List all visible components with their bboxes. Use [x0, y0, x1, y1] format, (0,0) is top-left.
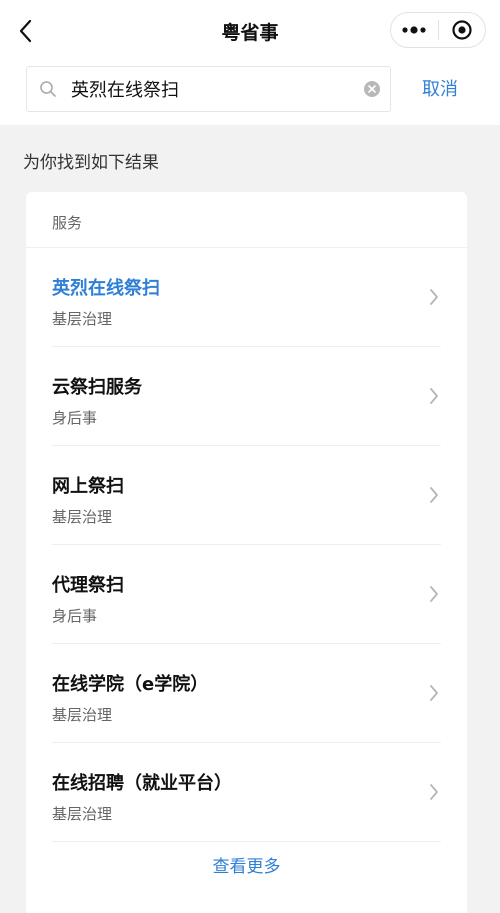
chevron-right-icon — [430, 784, 438, 800]
item-title: 英烈在线祭扫 — [52, 278, 160, 299]
view-more-button[interactable]: 查看更多 — [26, 842, 467, 892]
search-input[interactable] — [71, 67, 351, 111]
more-button[interactable] — [391, 13, 438, 47]
section-header: 服务 — [26, 192, 467, 248]
chevron-right-icon — [430, 289, 438, 305]
item-title: 网上祭扫 — [52, 476, 124, 497]
search-icon — [40, 81, 56, 97]
list-item[interactable]: 在线招聘（就业平台） 基层治理 — [52, 743, 441, 842]
navigation-bar: 粤省事 — [0, 0, 500, 62]
more-dots-icon — [402, 26, 426, 34]
close-button[interactable] — [438, 13, 485, 47]
list-item[interactable]: 网上祭扫 基层治理 — [52, 446, 441, 545]
search-box[interactable] — [26, 66, 391, 112]
item-subtitle: 基层治理 — [52, 508, 113, 526]
chevron-left-icon — [19, 19, 32, 43]
top-bar: 粤省事 英烈在线祭扫 取消 — [0, 0, 500, 125]
item-subtitle: 基层治理 — [52, 706, 113, 724]
item-title: 在线招聘（就业平台） — [52, 773, 232, 794]
item-subtitle: 身后事 — [52, 607, 98, 625]
list-item[interactable]: 云祭扫服务 身后事 — [52, 347, 441, 446]
item-title: 代理祭扫 — [52, 575, 124, 596]
target-close-icon — [452, 20, 472, 40]
clear-icon[interactable] — [363, 80, 381, 98]
results-heading: 为你找到如下结果 — [23, 153, 159, 173]
section-label: 服务 — [52, 214, 83, 232]
chevron-right-icon — [430, 388, 438, 404]
list-item[interactable]: 代理祭扫 身后事 — [52, 545, 441, 644]
search-row: 取消 — [0, 62, 500, 125]
cancel-button[interactable]: 取消 — [410, 76, 470, 104]
back-button[interactable] — [10, 14, 40, 48]
item-title: 云祭扫服务 — [52, 377, 142, 398]
item-subtitle: 基层治理 — [52, 310, 113, 328]
chevron-right-icon — [430, 487, 438, 503]
item-title: 在线学院（e学院） — [52, 674, 209, 695]
service-results-card: 服务 英烈在线祭扫 基层治理 云祭扫服务 身后事 网上祭扫 基层治理 代理祭扫 … — [26, 192, 467, 913]
item-subtitle: 身后事 — [52, 409, 98, 427]
list-item[interactable]: 英烈在线祭扫 基层治理 — [52, 248, 441, 347]
item-subtitle: 基层治理 — [52, 805, 113, 823]
chevron-right-icon — [430, 685, 438, 701]
mini-program-capsule — [390, 12, 486, 48]
list-item[interactable]: 在线学院（e学院） 基层治理 — [52, 644, 441, 743]
chevron-right-icon — [430, 586, 438, 602]
